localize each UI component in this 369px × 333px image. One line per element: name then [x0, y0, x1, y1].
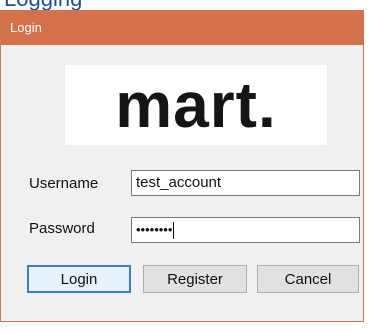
background-page-header: Logging: [0, 0, 369, 10]
cancel-button[interactable]: Cancel: [257, 265, 359, 293]
dialog-title: Login: [10, 20, 42, 35]
login-dialog: Login mart. Username test_account Passwo…: [0, 10, 364, 322]
background-heading: Logging: [4, 0, 82, 10]
username-label: Username: [29, 175, 99, 192]
username-value: test_account: [136, 174, 222, 191]
text-caret: [173, 222, 175, 240]
logo-wordmark: mart.: [115, 69, 277, 141]
register-button[interactable]: Register: [143, 265, 247, 293]
background-right-edge: [365, 28, 369, 318]
username-field[interactable]: test_account: [131, 170, 360, 196]
login-button[interactable]: Login: [27, 265, 131, 293]
password-label: Password: [29, 220, 95, 237]
dialog-titlebar[interactable]: Login: [1, 11, 363, 45]
logo-panel: mart.: [65, 65, 327, 145]
password-field[interactable]: ••••••••: [131, 217, 360, 243]
password-value: ••••••••: [136, 222, 173, 237]
